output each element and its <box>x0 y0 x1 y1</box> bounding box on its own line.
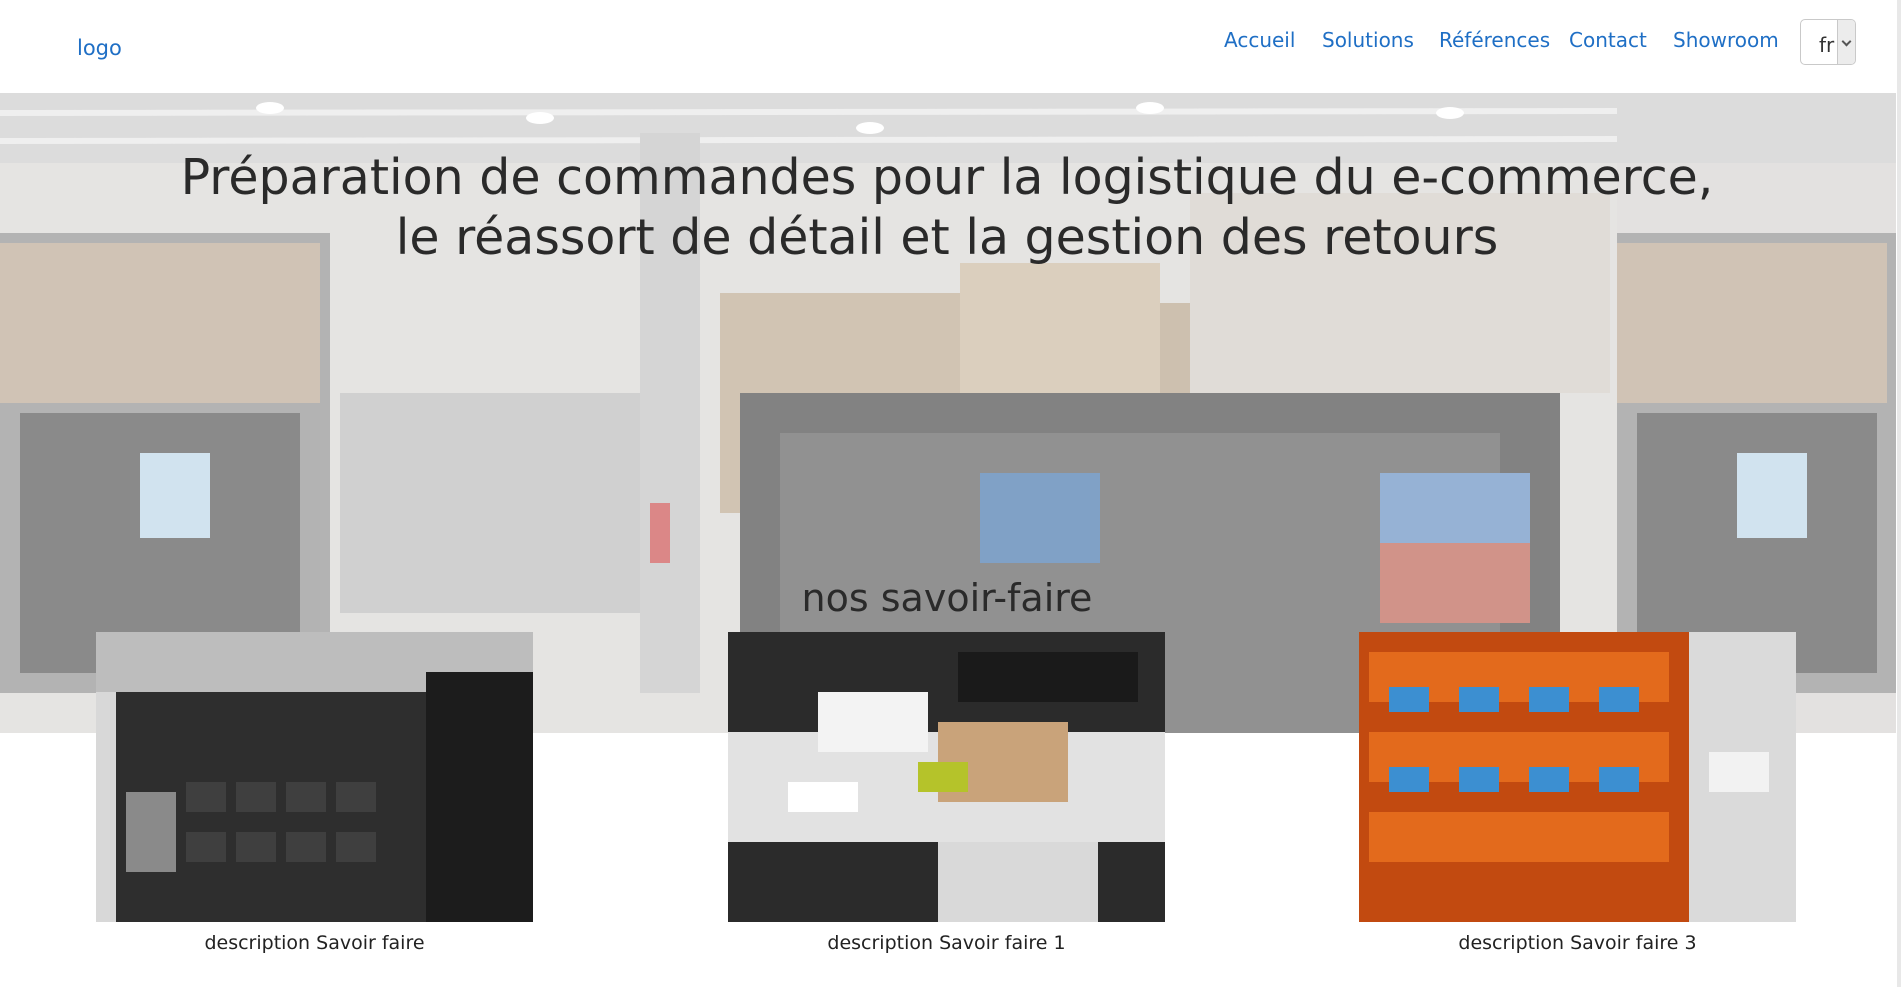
hero-title: Préparation de commandes pour la logisti… <box>0 148 1894 268</box>
savoir-faire-card-1[interactable]: description Savoir faire <box>96 632 533 954</box>
savoir-faire-title: nos savoir-faire <box>801 576 1093 620</box>
nav-references[interactable]: Références <box>1439 28 1550 52</box>
savoir-faire-card-2[interactable]: description Savoir faire 1 <box>728 632 1165 954</box>
chevron-down-icon <box>1837 20 1855 64</box>
nav-showroom[interactable]: Showroom <box>1673 28 1779 52</box>
site-header: logo Accueil Solutions Références Contac… <box>0 0 1901 93</box>
savoir-faire-caption-1: description Savoir faire <box>204 932 425 954</box>
savoir-faire-image-1 <box>96 632 533 922</box>
hero-title-line-2: le réassort de détail et la gestion des … <box>395 209 1499 266</box>
hero-title-line-1: Préparation de commandes pour la logisti… <box>180 149 1714 206</box>
nav-contact[interactable]: Contact <box>1569 28 1647 52</box>
page-scrollbar[interactable] <box>1897 0 1901 987</box>
nav-solutions[interactable]: Solutions <box>1322 28 1414 52</box>
nav-accueil[interactable]: Accueil <box>1224 28 1295 52</box>
savoir-faire-caption-2: description Savoir faire 1 <box>827 932 1066 954</box>
logo-link[interactable]: logo <box>77 36 122 60</box>
language-value: fr <box>1819 33 1835 57</box>
savoir-faire-card-3[interactable]: description Savoir faire 3 <box>1359 632 1796 954</box>
savoir-faire-image-3 <box>1359 632 1796 922</box>
savoir-faire-image-2 <box>728 632 1165 922</box>
language-select[interactable]: fr <box>1800 19 1856 65</box>
savoir-faire-caption-3: description Savoir faire 3 <box>1458 932 1697 954</box>
